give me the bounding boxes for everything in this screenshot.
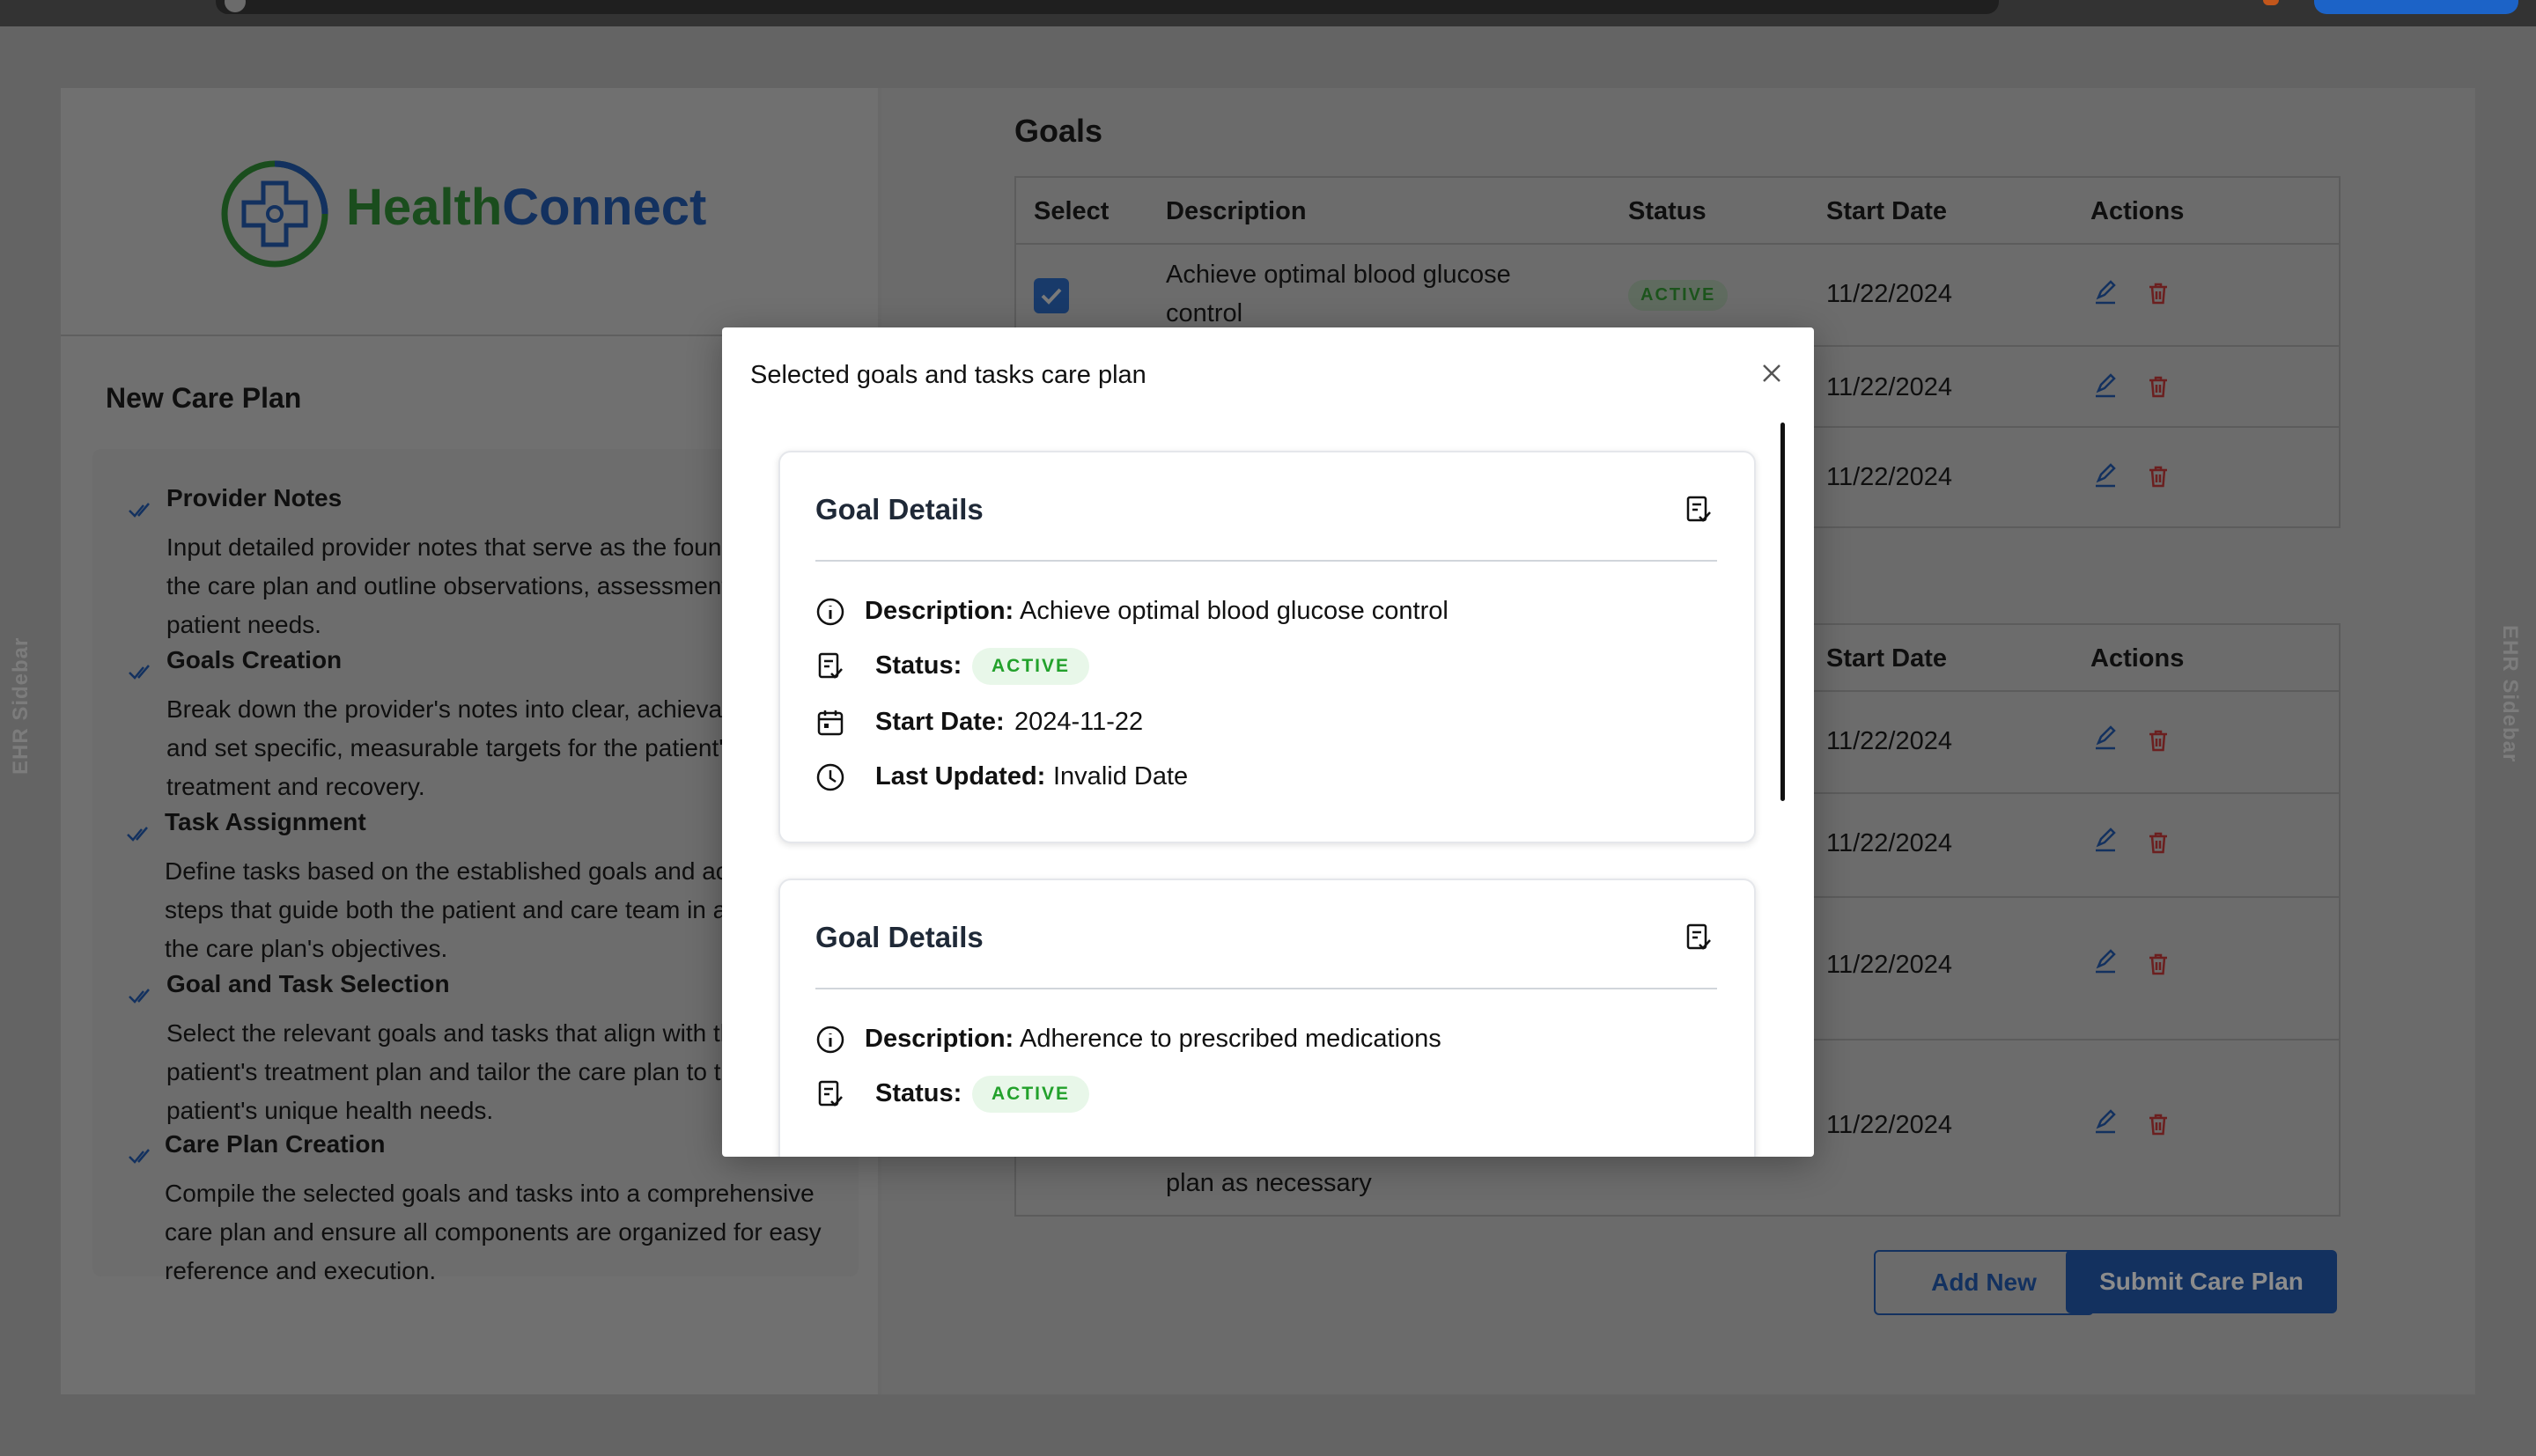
ehr-sidebar-right-label[interactable]: EHR Sidebar <box>2497 625 2522 762</box>
card-title: Goal Details <box>815 493 984 526</box>
notification-indicator <box>2263 0 2279 5</box>
status-badge: ACTIVE <box>972 1076 1090 1113</box>
edit-icon[interactable] <box>2092 463 2119 489</box>
modal-title: Selected goals and tasks care plan <box>750 361 1146 389</box>
calendar-icon <box>817 710 844 736</box>
clipboard-check-icon <box>818 652 843 679</box>
clipboard-check-icon <box>818 1080 843 1107</box>
delete-icon[interactable] <box>2145 951 2171 977</box>
care-plan-title: New Care Plan <box>106 382 302 414</box>
close-icon[interactable] <box>1759 361 1784 386</box>
clipboard-check-icon[interactable] <box>1685 923 1712 952</box>
edit-icon[interactable] <box>2092 725 2119 752</box>
logo-wordmark: HealthConnect <box>346 179 707 236</box>
selected-goals-modal: Selected goals and tasks care plan Goal … <box>722 327 1814 1157</box>
site-icon <box>225 0 246 12</box>
double-check-icon <box>129 1149 150 1164</box>
card-title: Goal Details <box>815 921 984 953</box>
delete-icon[interactable] <box>2145 373 2171 400</box>
ehr-sidebar-left-label[interactable]: EHR Sidebar <box>9 637 33 775</box>
row-checkbox[interactable] <box>1034 278 1069 313</box>
goals-title: Goals <box>1014 113 1103 149</box>
start-date-field: Start Date: 2024-11-22 <box>815 704 1714 739</box>
check-icon <box>1041 288 1062 305</box>
clipboard-check-icon[interactable] <box>1685 495 1712 525</box>
logo-cross-icon <box>221 160 328 268</box>
address-bar[interactable] <box>216 0 1999 14</box>
description-field: Description: Achieve optimal blood gluco… <box>815 593 1714 629</box>
double-check-icon <box>127 827 148 842</box>
description-field: Description: Adherence to prescribed med… <box>815 1021 1714 1056</box>
double-check-icon <box>129 503 150 518</box>
edit-icon[interactable] <box>2092 373 2119 400</box>
logo-area: HealthConnect <box>61 88 878 336</box>
status-field: Status: ACTIVE <box>815 648 1714 685</box>
clock-icon <box>816 763 844 791</box>
double-check-icon <box>129 665 150 680</box>
double-check-icon <box>129 989 150 1004</box>
edit-icon[interactable] <box>2092 1109 2119 1136</box>
modal-scrollbar[interactable] <box>1780 423 1785 801</box>
goals-table-header: Select Description Status Start Date Act… <box>1016 178 2339 245</box>
goal-details-card: Goal Details Description: Achieve optima… <box>778 451 1756 843</box>
info-icon <box>816 1026 844 1054</box>
info-icon <box>816 598 844 626</box>
delete-icon[interactable] <box>2145 727 2171 754</box>
browser-top-bar <box>0 0 2536 26</box>
edit-icon[interactable] <box>2092 949 2119 975</box>
add-new-button[interactable]: Add New <box>1874 1250 2094 1315</box>
last-updated-field: Last Updated: Invalid Date <box>815 759 1714 794</box>
card-divider <box>815 988 1717 989</box>
card-divider <box>815 560 1717 562</box>
delete-icon[interactable] <box>2145 1111 2171 1137</box>
delete-icon[interactable] <box>2145 280 2171 306</box>
top-action-button[interactable] <box>2314 0 2518 14</box>
edit-icon[interactable] <box>2092 280 2119 306</box>
edit-icon[interactable] <box>2092 827 2119 854</box>
delete-icon[interactable] <box>2145 463 2171 489</box>
delete-icon[interactable] <box>2145 829 2171 856</box>
status-field: Status: ACTIVE <box>815 1076 1714 1113</box>
status-badge: ACTIVE <box>972 648 1090 685</box>
submit-care-plan-button[interactable]: Submit Care Plan <box>2066 1250 2337 1313</box>
goal-details-card: Goal Details Description: Adherence to p… <box>778 879 1756 1157</box>
